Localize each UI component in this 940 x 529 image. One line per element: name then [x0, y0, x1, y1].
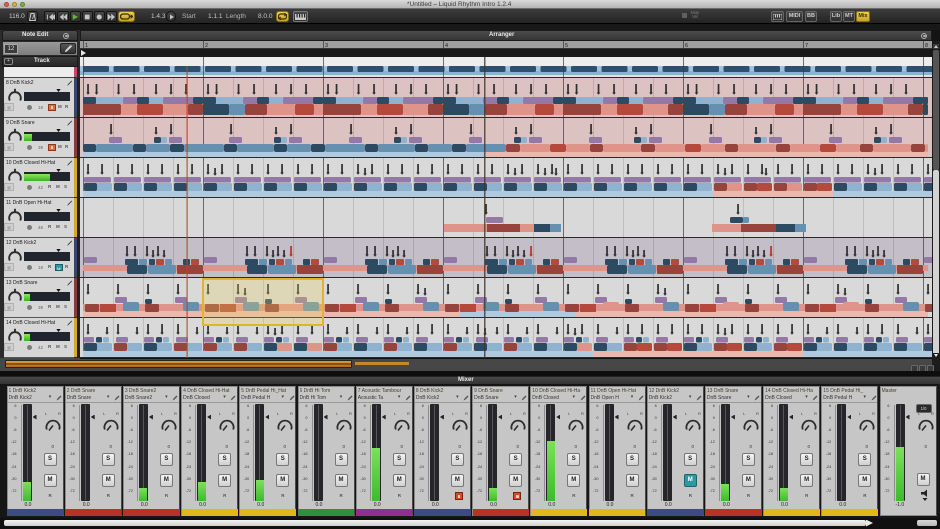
svg-text:0: 0	[517, 444, 520, 449]
svg-text:L: L	[627, 411, 630, 416]
svg-text:L: L	[103, 411, 106, 416]
svg-text:R: R	[290, 411, 293, 416]
svg-text:0: 0	[691, 444, 694, 449]
svg-text:0: 0	[167, 444, 170, 449]
svg-text:R: R	[814, 411, 817, 416]
svg-text:0: 0	[866, 444, 869, 449]
svg-text:R: R	[872, 411, 875, 416]
svg-text:0: 0	[342, 444, 345, 449]
svg-text:L: L	[568, 411, 571, 416]
svg-text:R: R	[349, 411, 352, 416]
svg-text:5: 5	[565, 43, 568, 49]
svg-text:L: L	[801, 411, 804, 416]
svg-text:L: L	[510, 411, 513, 416]
svg-text:L: L	[685, 411, 688, 416]
svg-text:L: L	[45, 411, 48, 416]
svg-text:L: L	[452, 411, 455, 416]
svg-text:0: 0	[808, 444, 811, 449]
svg-text:R: R	[232, 411, 235, 416]
svg-text:3: 3	[325, 43, 328, 49]
svg-text:0: 0	[633, 444, 636, 449]
svg-text:1: 1	[85, 43, 88, 49]
svg-text:4: 4	[445, 43, 448, 49]
svg-text:0: 0	[400, 444, 403, 449]
svg-text:L: L	[161, 411, 164, 416]
svg-text:L: L	[743, 411, 746, 416]
svg-text:R: R	[407, 411, 410, 416]
svg-text:0: 0	[226, 444, 229, 449]
svg-text:R: R	[756, 411, 759, 416]
svg-text:R: R	[698, 411, 701, 416]
svg-text:L: L	[277, 411, 280, 416]
svg-text:R: R	[174, 411, 177, 416]
svg-text:0: 0	[51, 444, 54, 449]
svg-text:0: 0	[284, 444, 287, 449]
svg-text:L: L	[219, 411, 222, 416]
svg-text:R: R	[465, 411, 468, 416]
svg-text:0: 0	[575, 444, 578, 449]
svg-text:L: L	[336, 411, 339, 416]
svg-text:0: 0	[109, 444, 112, 449]
svg-text:2: 2	[205, 43, 208, 49]
svg-text:L: L	[859, 411, 862, 416]
svg-text:8: 8	[925, 43, 928, 49]
svg-text:L: L	[394, 411, 397, 416]
svg-text:R: R	[58, 411, 61, 416]
svg-text:R: R	[116, 411, 119, 416]
svg-text:R: R	[523, 411, 526, 416]
svg-text:6: 6	[685, 43, 688, 49]
svg-text:R: R	[640, 411, 643, 416]
svg-text:7: 7	[805, 43, 808, 49]
svg-text:R: R	[581, 411, 584, 416]
svg-text:0: 0	[749, 444, 752, 449]
svg-text:0: 0	[458, 444, 461, 449]
svg-text:0: 0	[924, 444, 927, 449]
